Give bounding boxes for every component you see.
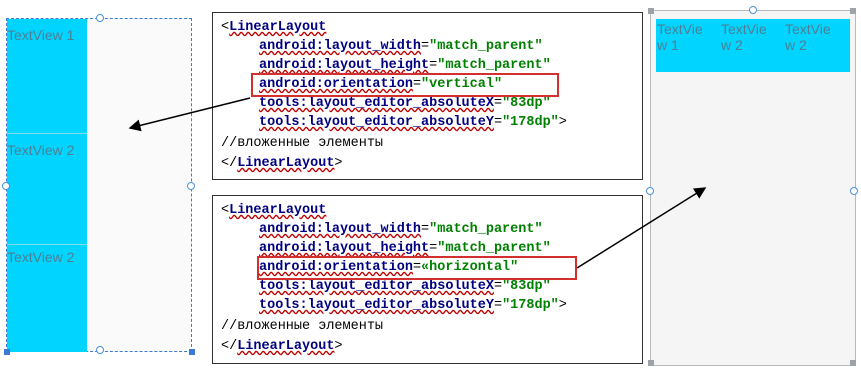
corner-handle-bottom-left[interactable] — [648, 360, 654, 366]
code-line-attr: android:layout_width="match_parent" — [259, 39, 543, 54]
code-line-attr: tools:layout_editor_absoluteX="83dp" — [259, 279, 551, 294]
resize-handle-bottom[interactable] — [96, 346, 104, 354]
code-line-close-tag: </LinearLayout> — [221, 339, 343, 354]
corner-handle-bottom-left[interactable] — [4, 349, 10, 355]
orientation-highlight-box — [257, 256, 577, 280]
resize-handle-top[interactable] — [96, 14, 104, 22]
code-line-attr: tools:layout_editor_absoluteX="83dp" — [259, 96, 551, 111]
resize-handle-right[interactable] — [187, 182, 195, 190]
code-comment: //вложенные элементы — [221, 319, 384, 334]
vertical-textview-3-label: TextView 2 — [7, 249, 75, 265]
vertical-textview-1[interactable]: TextView 1 — [7, 19, 87, 133]
horizontal-layout-preview: TextVie w 1 TextVie w 2 TextVie w 2 — [646, 6, 858, 366]
resize-handle-left[interactable] — [2, 182, 10, 190]
corner-handle-top-right[interactable] — [850, 8, 856, 14]
code-block-vertical: <LinearLayout android:layout_width="matc… — [212, 12, 643, 180]
horizontal-textview-3[interactable]: TextVie w 2 — [785, 21, 845, 53]
code-line-close-tag: </LinearLayout> — [221, 156, 343, 171]
horizontal-textview-2[interactable]: TextVie w 2 — [721, 21, 781, 53]
resize-handle-right[interactable] — [850, 187, 858, 195]
resize-handle-top[interactable] — [749, 6, 757, 14]
code-block-horizontal: <LinearLayout android:layout_width="matc… — [212, 195, 643, 364]
vertical-layout-preview: TextView 1 TextView 2 TextView 2 — [2, 14, 195, 355]
corner-handle-bottom-right[interactable] — [850, 360, 856, 366]
corner-handle-bottom-right[interactable] — [189, 349, 195, 355]
horizontal-textview-1[interactable]: TextVie w 1 — [657, 21, 717, 53]
code-comment: //вложенные элементы — [221, 136, 384, 151]
vertical-textview-2[interactable]: TextView 2 — [7, 134, 87, 244]
code-line-open-tag: <LinearLayout — [221, 203, 327, 218]
code-line-open-tag: <LinearLayout — [221, 20, 327, 35]
corner-handle-top-left[interactable] — [648, 8, 654, 14]
vertical-textview-1-label: TextView 1 — [7, 27, 75, 43]
code-line-attr: android:layout_width="match_parent" — [259, 222, 543, 237]
vertical-textview-2-label: TextView 2 — [7, 142, 75, 158]
vertical-textview-3[interactable]: TextView 2 — [7, 245, 87, 352]
code-line-attr: tools:layout_editor_absoluteY="178dp"> — [259, 115, 567, 130]
code-line-attr: tools:layout_editor_absoluteY="178dp"> — [259, 298, 567, 313]
orientation-highlight-box — [251, 73, 559, 97]
resize-handle-left[interactable] — [646, 187, 654, 195]
